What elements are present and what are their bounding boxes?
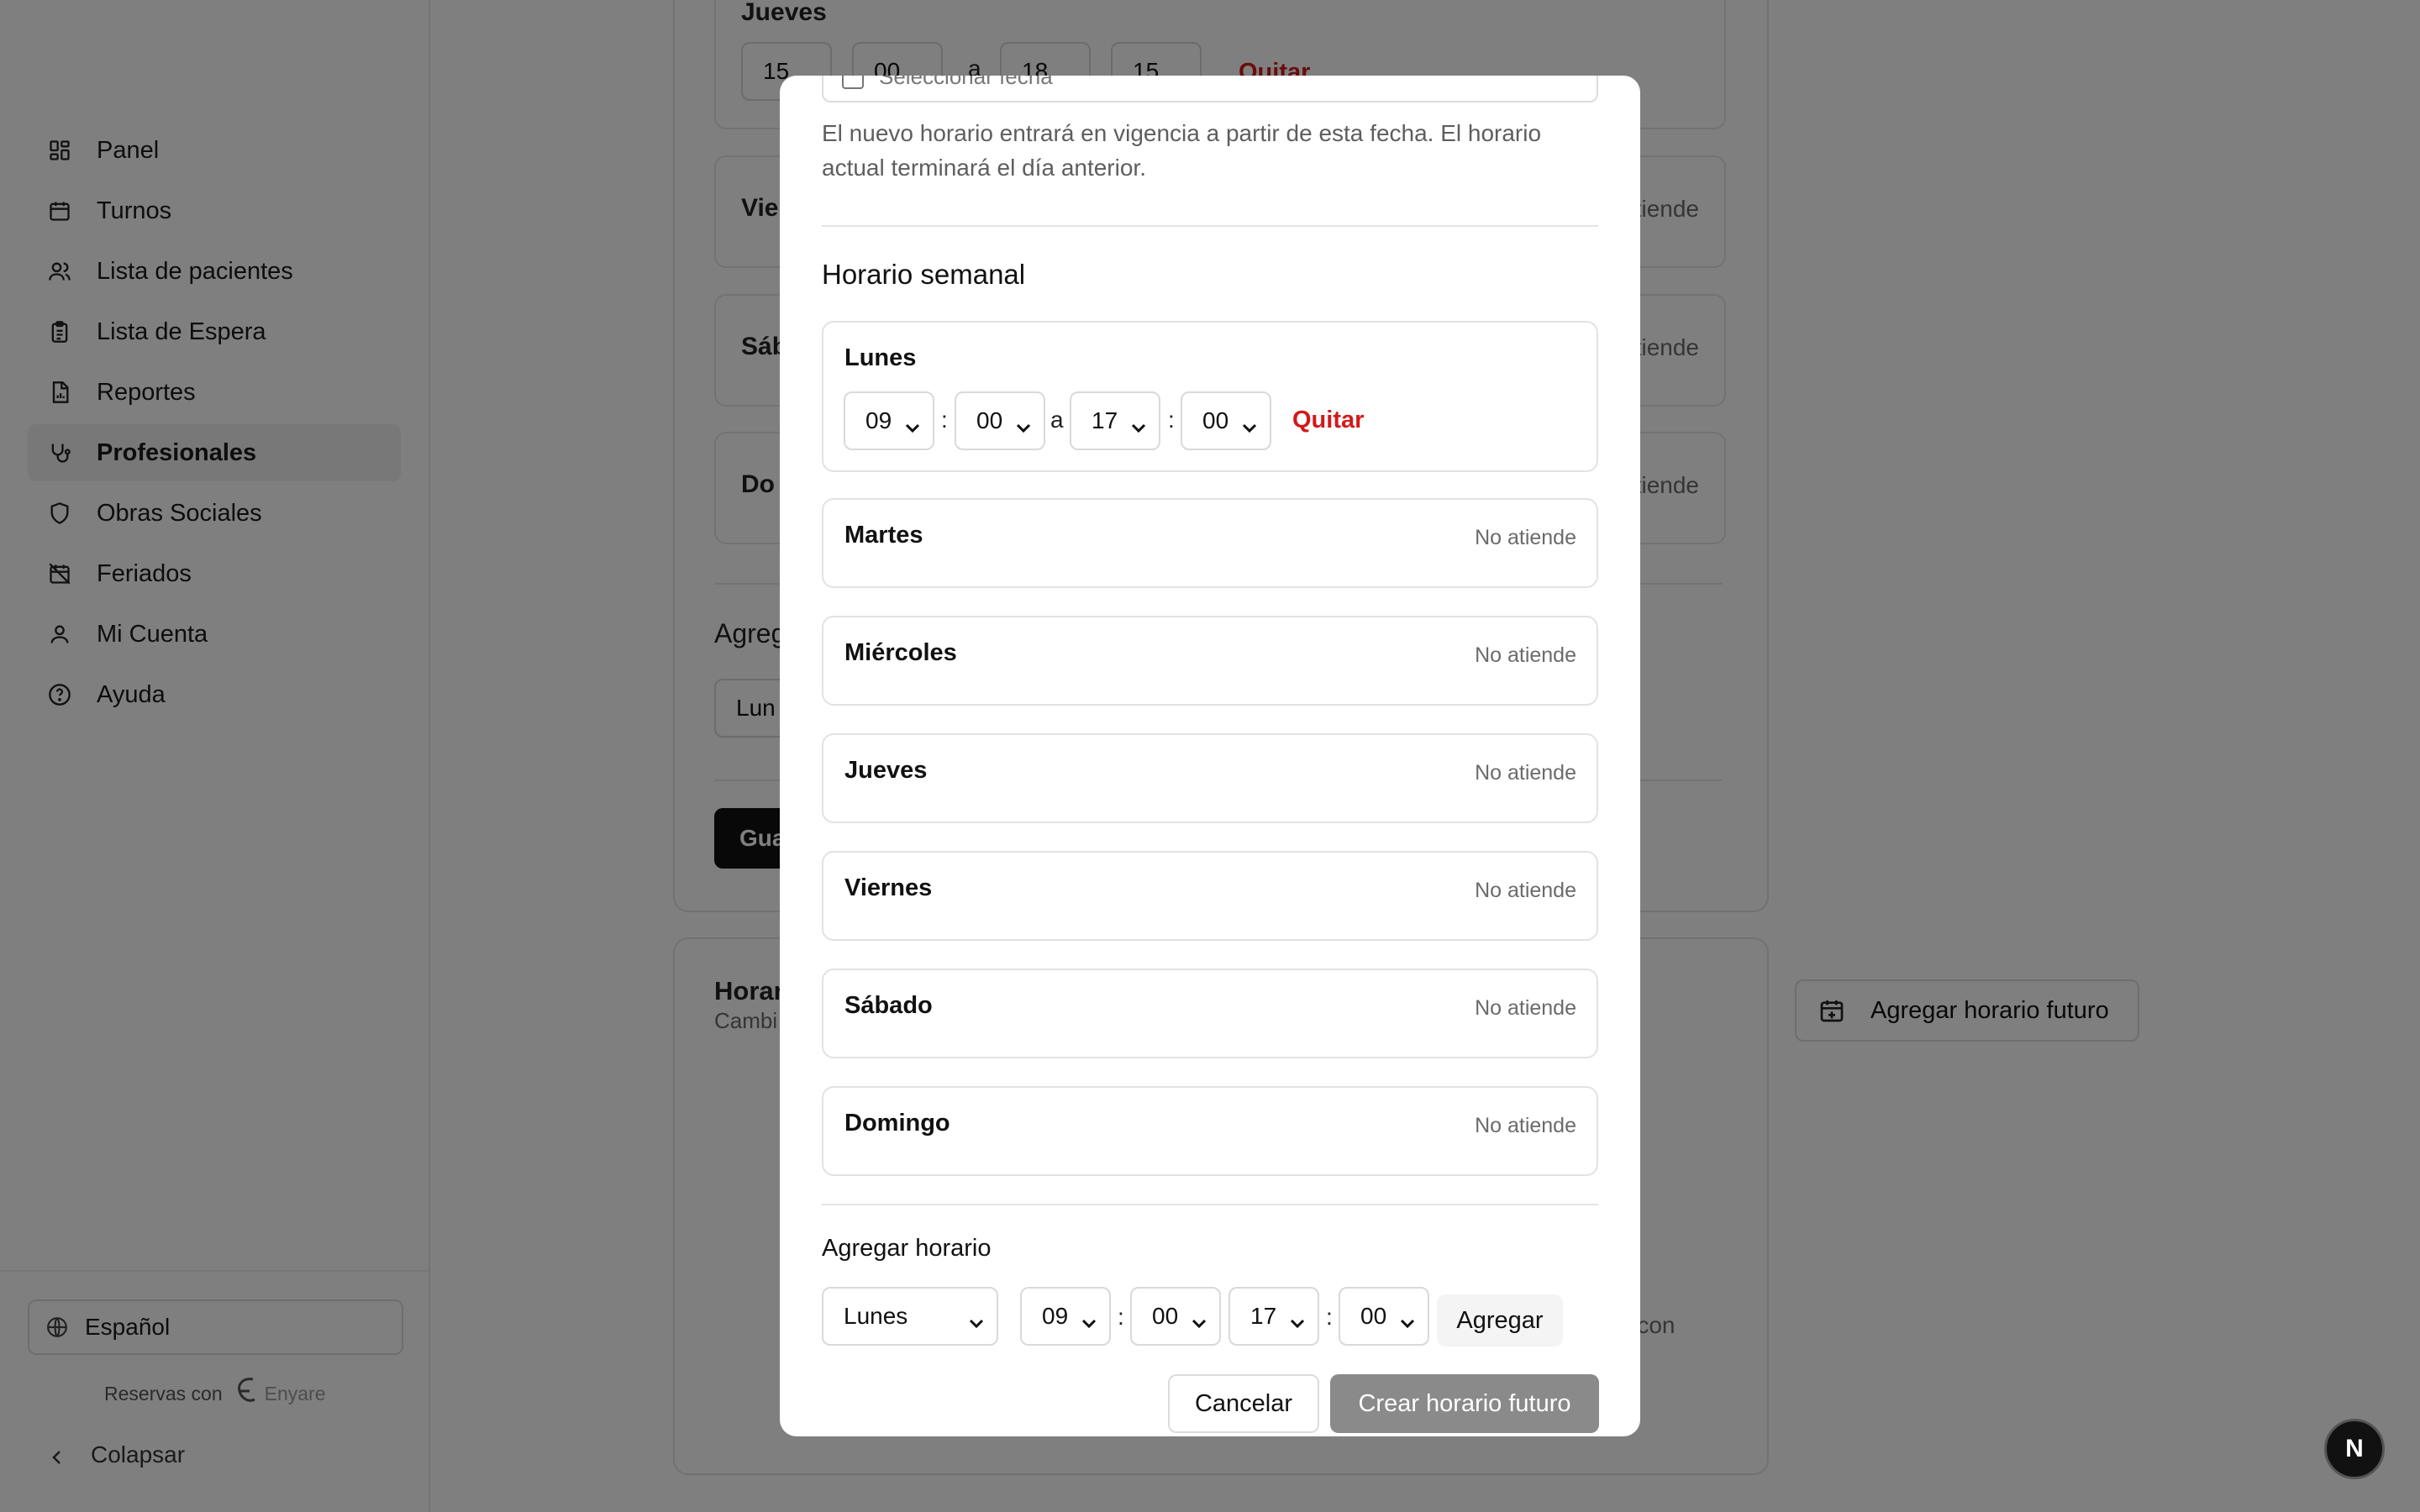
chevron-down-icon xyxy=(1191,1309,1207,1329)
day-status: No atiende xyxy=(1475,879,1576,902)
dev-tools-badge[interactable]: N xyxy=(2324,1419,2385,1479)
cancel-button[interactable]: Cancelar xyxy=(1168,1374,1319,1433)
modal-divider xyxy=(822,1204,1598,1205)
day-status: No atiende xyxy=(1475,1114,1576,1137)
add-from-minute-select[interactable]: 00 xyxy=(1130,1287,1221,1346)
day-status: No atiende xyxy=(1475,526,1576,549)
chevron-down-icon xyxy=(1399,1309,1416,1329)
modal-divider xyxy=(822,225,1598,227)
effective-date-help-text: El nuevo horario entrará en vigencia a p… xyxy=(822,120,1542,181)
chevron-down-icon xyxy=(1081,1309,1097,1329)
time-separator: : xyxy=(1118,1304,1124,1330)
day-label: Domingo xyxy=(844,1110,950,1137)
chevron-down-icon xyxy=(1015,413,1032,433)
add-to-minute-select[interactable]: 00 xyxy=(1339,1287,1429,1346)
to-minute-select[interactable]: 00 xyxy=(1181,391,1271,450)
day-row-martes: Martes No atiende xyxy=(822,498,1598,588)
day-label: Jueves xyxy=(844,757,928,784)
day-label: Martes xyxy=(844,522,923,549)
day-label: Sábado xyxy=(844,992,933,1019)
add-slot-button[interactable]: Agregar xyxy=(1437,1294,1563,1347)
date-picker-field[interactable]: Seleccionar fecha xyxy=(822,76,1598,102)
create-future-schedule-button[interactable]: Crear horario futuro xyxy=(1330,1374,1599,1433)
create-future-schedule-dialog: Seleccionar fecha El nuevo horario entra… xyxy=(780,76,1640,1436)
chevron-down-icon xyxy=(1289,1309,1306,1329)
day-status: No atiende xyxy=(1475,996,1576,1020)
day-row-lunes: Lunes 09 : 00 a 17 : 00 Quitar xyxy=(822,321,1598,472)
add-schedule-title: Agregar horario xyxy=(822,1235,992,1262)
chevron-down-icon xyxy=(904,413,921,433)
range-separator: a xyxy=(1050,407,1064,433)
time-separator: : xyxy=(941,407,948,433)
day-row-jueves: Jueves No atiende xyxy=(822,733,1598,823)
chevron-down-icon xyxy=(1130,413,1147,433)
day-status: No atiende xyxy=(1475,761,1576,785)
day-label: Lunes xyxy=(844,344,917,371)
from-minute-select[interactable]: 00 xyxy=(955,391,1045,450)
time-separator: : xyxy=(1326,1304,1333,1330)
chevron-down-icon xyxy=(968,1309,985,1329)
to-hour-select[interactable]: 17 xyxy=(1070,391,1160,450)
remove-slot-button[interactable]: Quitar xyxy=(1292,407,1364,434)
add-to-hour-select[interactable]: 17 xyxy=(1228,1287,1319,1346)
add-from-hour-select[interactable]: 09 xyxy=(1020,1287,1111,1346)
weekly-schedule-title: Horario semanal xyxy=(822,259,1026,290)
time-separator: : xyxy=(1168,407,1175,433)
day-row-sabado: Sábado No atiende xyxy=(822,969,1598,1058)
date-checkbox[interactable] xyxy=(842,76,864,89)
date-checkbox-label: Seleccionar fecha xyxy=(879,76,1053,89)
from-hour-select[interactable]: 09 xyxy=(844,391,934,450)
day-label: Miércoles xyxy=(844,639,957,666)
day-status: No atiende xyxy=(1475,643,1576,667)
add-day-select[interactable]: Lunes xyxy=(822,1287,998,1346)
day-row-miercoles: Miércoles No atiende xyxy=(822,616,1598,706)
day-row-domingo: Domingo No atiende xyxy=(822,1086,1598,1176)
chevron-down-icon xyxy=(1241,413,1258,433)
day-row-viernes: Viernes No atiende xyxy=(822,851,1598,941)
day-label: Viernes xyxy=(844,874,933,901)
